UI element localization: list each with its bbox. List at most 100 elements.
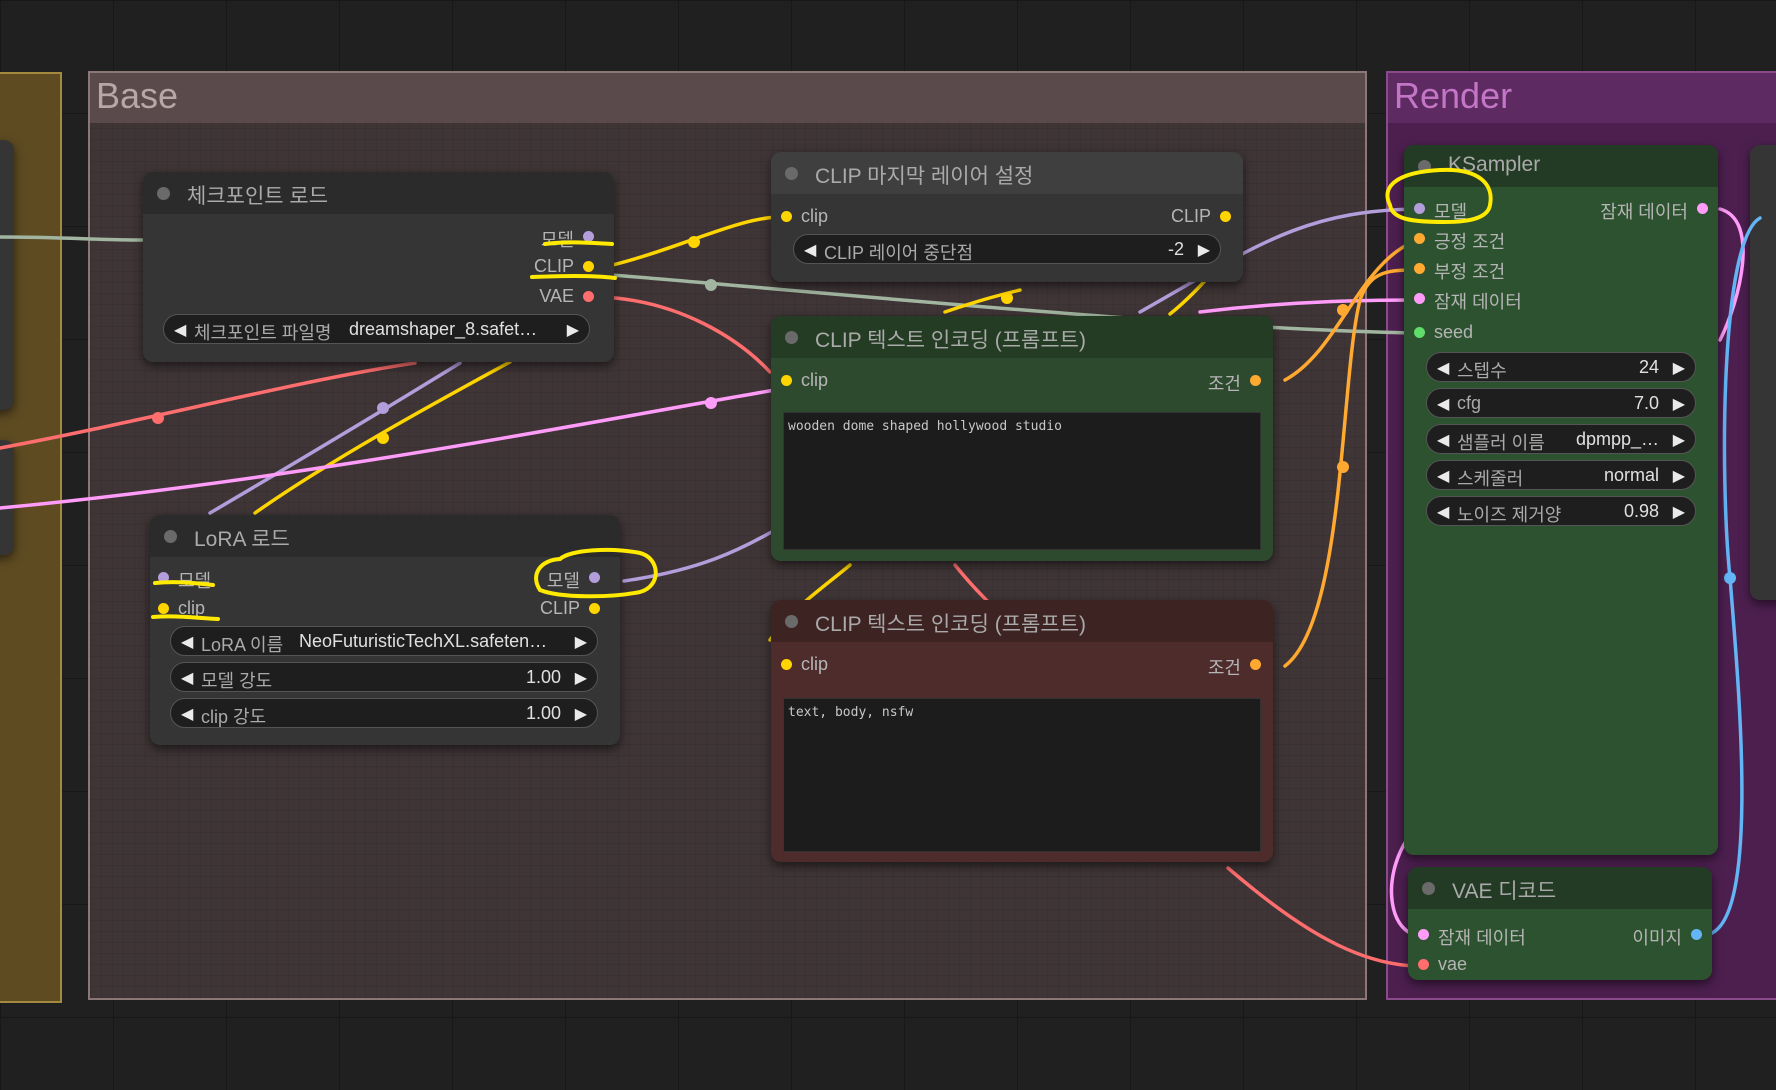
port-dot[interactable] <box>781 659 792 670</box>
prompt-textarea[interactable]: wooden dome shaped hollywood studio <box>783 412 1261 550</box>
port-dot[interactable] <box>781 211 792 222</box>
input-latent[interactable]: 잠재 데이터 <box>1418 924 1526 950</box>
port-dot[interactable] <box>589 572 600 583</box>
input-clip[interactable]: clip <box>781 370 828 391</box>
arrow-left-icon[interactable]: ◀ <box>174 320 186 340</box>
node-clip-set-last-layer[interactable]: CLIP 마지막 레이어 설정 clip CLIP ◀ CLIP 레이어 중단점… <box>771 152 1243 282</box>
collapse-dot[interactable] <box>785 331 798 344</box>
output-clip[interactable]: CLIP <box>540 598 600 619</box>
arrow-left-icon[interactable]: ◀ <box>181 632 193 652</box>
arrow-left-icon[interactable]: ◀ <box>181 704 193 724</box>
stop-at-clip-layer-stepper[interactable]: ◀ CLIP 레이어 중단점 -2 ▶ <box>793 234 1221 264</box>
input-positive[interactable]: 긍정 조건 <box>1414 228 1505 254</box>
node-checkpoint-loader[interactable]: 체크포인트 로드 모델 CLIP VAE ◀ 체크포인트 파일명 dreamsh… <box>143 172 614 362</box>
output-latent[interactable]: 잠재 데이터 <box>1600 198 1708 224</box>
output-conditioning[interactable]: 조건 <box>1208 370 1261 396</box>
arrow-right-icon[interactable]: ▶ <box>575 668 587 688</box>
arrow-right-icon[interactable]: ▶ <box>1673 394 1685 414</box>
port-label: clip <box>801 654 829 674</box>
port-dot[interactable] <box>1250 375 1261 386</box>
node-title-bar[interactable]: CLIP 텍스트 인코딩 (프롬프트) <box>771 600 1273 642</box>
output-clip[interactable]: CLIP <box>1171 206 1231 227</box>
node-title-bar[interactable]: 체크포인트 로드 <box>143 172 614 214</box>
clip-strength-slider[interactable]: ◀ clip 강도 1.00 ▶ <box>170 698 598 728</box>
arrow-left-icon[interactable]: ◀ <box>1437 502 1449 522</box>
arrow-left-icon[interactable]: ◀ <box>1437 394 1449 414</box>
output-model[interactable]: 모델 <box>541 226 594 252</box>
arrow-right-icon[interactable]: ▶ <box>567 320 579 340</box>
port-dot[interactable] <box>589 603 600 614</box>
collapse-dot[interactable] <box>785 167 798 180</box>
output-image[interactable]: 이미지 <box>1632 924 1702 950</box>
port-dot[interactable] <box>1414 293 1425 304</box>
model-strength-slider[interactable]: ◀ 모델 강도 1.00 ▶ <box>170 662 598 692</box>
port-dot[interactable] <box>1414 203 1425 214</box>
arrow-right-icon[interactable]: ▶ <box>575 704 587 724</box>
port-dot[interactable] <box>158 603 169 614</box>
port-dot[interactable] <box>1414 263 1425 274</box>
port-dot[interactable] <box>1691 929 1702 940</box>
collapse-dot[interactable] <box>157 187 170 200</box>
output-clip[interactable]: CLIP <box>533 256 594 277</box>
cfg-stepper[interactable]: ◀ cfg 7.0 ▶ <box>1426 388 1696 418</box>
arrow-left-icon[interactable]: ◀ <box>181 668 193 688</box>
arrow-left-icon[interactable]: ◀ <box>804 240 816 260</box>
output-conditioning[interactable]: 조건 <box>1208 654 1261 680</box>
denoise-stepper[interactable]: ◀ 노이즈 제거양 0.98 ▶ <box>1426 496 1696 526</box>
node-title-bar[interactable]: CLIP 마지막 레이어 설정 <box>771 152 1243 194</box>
lora-name-combo[interactable]: ◀ LoRA 이름 NeoFuturisticTechXL.safeten… ▶ <box>170 626 598 656</box>
node-lora-loader[interactable]: LoRA 로드 모델 clip 모델 CLIP ◀ LoRA 이름 NeoFut… <box>150 515 620 745</box>
collapse-dot[interactable] <box>164 530 177 543</box>
arrow-right-icon[interactable]: ▶ <box>1673 502 1685 522</box>
node-clip-text-encode-negative[interactable]: CLIP 텍스트 인코딩 (프롬프트) clip 조건 text, body, … <box>771 600 1273 862</box>
input-negative[interactable]: 부정 조건 <box>1414 258 1505 284</box>
input-clip[interactable]: clip <box>781 206 828 227</box>
node-vae-decode[interactable]: VAE 디코드 잠재 데이터 vae 이미지 <box>1408 867 1712 980</box>
arrow-right-icon[interactable]: ▶ <box>1198 240 1210 260</box>
arrow-right-icon[interactable]: ▶ <box>1673 466 1685 486</box>
node-title-bar[interactable]: LoRA 로드 <box>150 515 620 557</box>
port-dot[interactable] <box>583 261 594 272</box>
port-dot[interactable] <box>158 572 169 583</box>
node-title-bar[interactable]: VAE 디코드 <box>1408 867 1712 909</box>
input-clip[interactable]: clip <box>158 598 205 619</box>
port-label: CLIP <box>533 256 574 276</box>
port-dot[interactable] <box>583 231 594 242</box>
steps-stepper[interactable]: ◀ 스텝수 24 ▶ <box>1426 352 1696 382</box>
arrow-right-icon[interactable]: ▶ <box>1673 430 1685 450</box>
input-clip[interactable]: clip <box>781 654 829 675</box>
input-model[interactable]: 모델 <box>1414 198 1467 224</box>
output-vae[interactable]: VAE <box>539 286 594 307</box>
port-dot[interactable] <box>583 291 594 302</box>
node-title-bar[interactable]: KSampler <box>1404 145 1718 187</box>
input-latent[interactable]: 잠재 데이터 <box>1414 288 1522 314</box>
reroute-dot <box>1337 461 1349 473</box>
collapse-dot[interactable] <box>1418 160 1431 173</box>
input-model[interactable]: 모델 <box>158 567 211 593</box>
node-title-bar[interactable]: CLIP 텍스트 인코딩 (프롬프트) <box>771 316 1273 358</box>
port-dot[interactable] <box>1697 203 1708 214</box>
node-ksampler[interactable]: KSampler 모델 긍정 조건 부정 조건 잠재 데이터 seed 잠재 데… <box>1404 145 1718 855</box>
sampler-name-combo[interactable]: ◀ 샘플러 이름 dpmpp_… ▶ <box>1426 424 1696 454</box>
node-clip-text-encode-positive[interactable]: CLIP 텍스트 인코딩 (프롬프트) clip 조건 wooden dome … <box>771 316 1273 561</box>
port-dot[interactable] <box>1414 233 1425 244</box>
port-dot[interactable] <box>1220 211 1231 222</box>
input-vae[interactable]: vae <box>1418 954 1467 975</box>
output-model[interactable]: 모델 <box>547 567 600 593</box>
arrow-left-icon[interactable]: ◀ <box>1437 358 1449 378</box>
port-dot[interactable] <box>1250 659 1261 670</box>
collapse-dot[interactable] <box>1422 882 1435 895</box>
port-dot[interactable] <box>1418 929 1429 940</box>
port-dot[interactable] <box>781 375 792 386</box>
port-dot[interactable] <box>1418 959 1429 970</box>
prompt-textarea[interactable]: text, body, nsfw <box>783 698 1261 852</box>
arrow-right-icon[interactable]: ▶ <box>575 632 587 652</box>
input-seed[interactable]: seed <box>1414 322 1473 343</box>
arrow-left-icon[interactable]: ◀ <box>1437 430 1449 450</box>
arrow-left-icon[interactable]: ◀ <box>1437 466 1449 486</box>
scheduler-combo[interactable]: ◀ 스케줄러 normal ▶ <box>1426 460 1696 490</box>
arrow-right-icon[interactable]: ▶ <box>1673 358 1685 378</box>
collapse-dot[interactable] <box>785 615 798 628</box>
ckpt-name-combo[interactable]: ◀ 체크포인트 파일명 dreamshaper_8.safet… ▶ <box>163 314 590 344</box>
port-dot[interactable] <box>1414 327 1425 338</box>
